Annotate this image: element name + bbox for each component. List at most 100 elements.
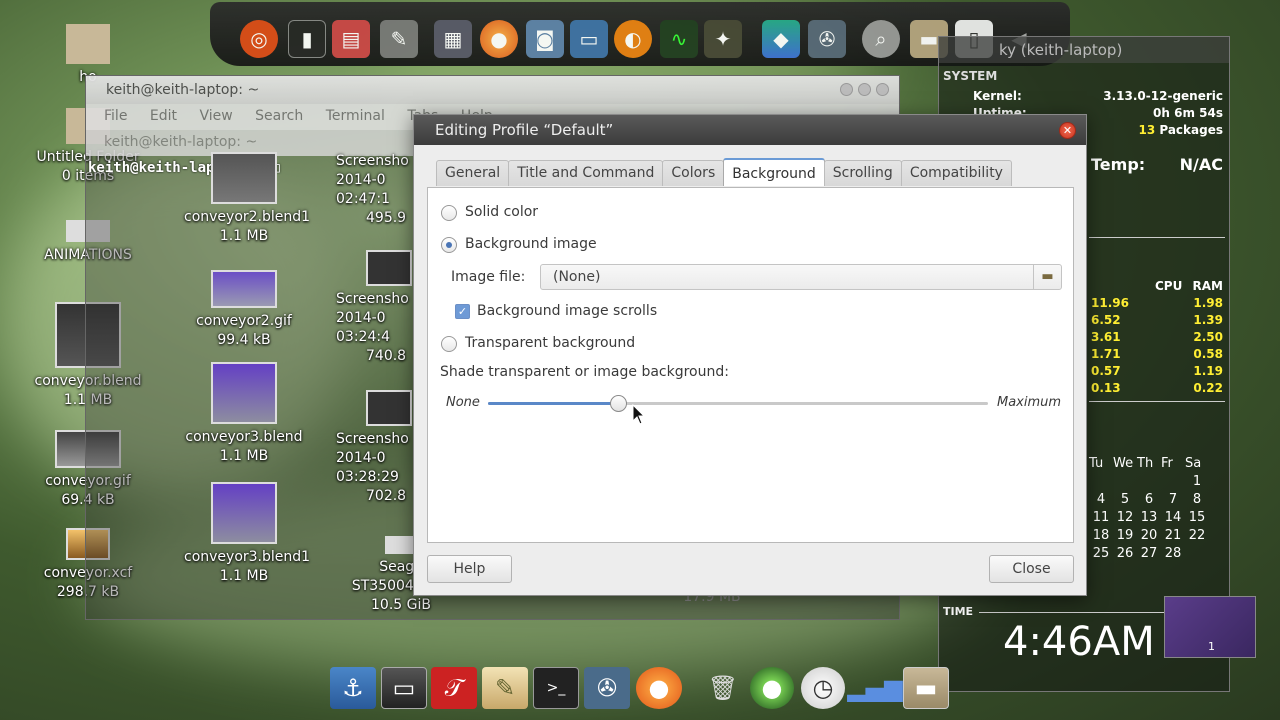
proc-ram: 1.19 [1193,364,1223,378]
desktop-icon-screenshot-3[interactable]: Screensho 2014-0 03:28:29 702.8 [336,390,414,506]
image-file-chooser[interactable]: (None) ▬ [540,264,1062,290]
calendar-date: 12 [1116,510,1134,525]
ubuntu-icon[interactable]: ◎ [240,20,278,58]
calendar-date: 18 [1092,528,1110,543]
minimize-icon[interactable] [840,83,853,96]
menu-terminal[interactable]: Terminal [326,108,385,124]
calendar-date: 4 [1096,492,1106,507]
trash-icon[interactable]: 🗑 [700,667,746,709]
firefox-icon[interactable]: ● [480,20,518,58]
close-icon[interactable]: ✕ [1059,122,1076,139]
desktop-icon-label: conveyor3.blend [185,429,303,445]
calendar-date: 22 [1188,528,1206,543]
desktop-icon-screenshot-2[interactable]: Screensho 2014-0 03:24:4 740.8 [336,250,414,366]
desktop-icon-label: conveyor2.gif [196,313,292,329]
video-editor-icon[interactable]: ✇ [808,20,846,58]
solid-color-radio[interactable] [441,205,457,221]
desktop-icon-conveyor2-gif[interactable]: conveyor2.gif 99.4 kB [184,270,304,350]
desktop-icon-conveyor3-blend[interactable]: conveyor3.blend 1.1 MB [184,362,304,466]
calendar-date [1137,473,1161,491]
signal-bars-icon[interactable]: ▂▄▆ [847,667,902,709]
text-editor-icon[interactable]: ✎ [482,667,528,709]
blend-thumbnail [211,482,277,544]
temp-value: N/AC [1179,155,1223,174]
firefox-icon[interactable]: ● [636,667,682,709]
proc-cpu: 0.57 [1091,364,1121,378]
terminal-icon[interactable]: ▮ [288,20,326,58]
tab-scrolling[interactable]: Scrolling [823,160,902,186]
calendar-date [1113,473,1137,491]
folder-icon: ▬ [1033,265,1061,289]
proc-cpu: 3.61 [1091,330,1121,344]
editing-profile-dialog: Editing Profile “Default” ✕ General Titl… [413,114,1087,596]
calendar-row: 25 26 27 28 [1089,545,1229,563]
menu-edit[interactable]: Edit [150,108,177,124]
transparent-background-label[interactable]: Transparent background [465,335,635,351]
cubes-icon[interactable]: ◆ [762,20,800,58]
clock-icon[interactable]: ◷ [801,667,845,709]
image-file-label: Image file: [451,269,526,285]
workspace-switcher[interactable]: 1 [1164,596,1256,658]
shade-slider[interactable] [488,395,988,412]
proc-cpu: 1.71 [1091,347,1121,361]
font-viewer-icon[interactable]: 𝒯 [431,667,477,709]
image-file-value: (None) [553,269,601,285]
desktop-icon-size: 99.4 kB [217,332,271,348]
background-scrolls-checkbox[interactable]: ✓ [455,304,470,319]
close-icon[interactable] [876,83,889,96]
calendar-date: 27 [1140,546,1158,561]
desktop-icon-screenshot-1[interactable]: Screensho 2014-0 02:47:1 495.9 [336,152,414,228]
desktop-icon-conveyor2-blend1[interactable]: conveyor2.blend1 1.1 MB [184,152,310,246]
proc-cpu: 11.96 [1091,296,1129,310]
background-image-radio[interactable] [441,237,457,253]
calendar-date [1161,473,1185,491]
tab-general[interactable]: General [436,160,510,186]
proc-ram: 0.22 [1193,381,1223,395]
calendar-date: 28 [1164,546,1182,561]
solid-color-label[interactable]: Solid color [465,204,538,220]
workspace-number: 1 [1208,640,1215,653]
tab-background[interactable]: Background [723,158,825,186]
calculator-icon[interactable]: ▦ [434,20,472,58]
monitor-icon[interactable]: ▭ [381,667,427,709]
background-image-label[interactable]: Background image [465,236,597,252]
image-viewer-icon[interactable]: ✦ [704,20,742,58]
cpu-header: CPU [1155,279,1183,293]
menu-file[interactable]: File [104,108,127,124]
divider [1089,401,1225,402]
desktop-icon-conveyor3-blend1[interactable]: conveyor3.blend1 1.1 MB [184,482,310,586]
tab-compatibility[interactable]: Compatibility [900,160,1012,186]
maximize-icon[interactable] [858,83,871,96]
anchor-icon[interactable]: ⚓ [330,667,376,709]
video-editor-icon[interactable]: ✇ [584,667,630,709]
calendar-day: Th [1137,456,1154,471]
calendar-date: 8 [1192,492,1202,507]
calendar-date: 1 [1192,474,1202,489]
screenshot-icon[interactable]: ◙ [526,20,564,58]
transparent-background-radio[interactable] [441,336,457,352]
slider-handle[interactable] [610,395,627,412]
close-button[interactable]: Close [989,555,1074,583]
proc-ram: 0.58 [1193,347,1223,361]
menu-view[interactable]: View [199,108,232,124]
tab-title-and-command[interactable]: Title and Command [508,160,664,186]
green-orb-icon[interactable]: ● [750,667,794,709]
document-viewer-icon[interactable]: ▭ [570,20,608,58]
folder-icon[interactable]: ▬ [903,667,949,709]
software-center-icon[interactable]: ▤ [332,20,370,58]
menu-search[interactable]: Search [255,108,303,124]
kernel-label: Kernel: [973,89,1022,103]
gimp-icon[interactable]: ✎ [380,20,418,58]
terminal-icon[interactable]: >_ [533,667,579,709]
tab-colors[interactable]: Colors [662,160,725,186]
background-scrolls-label[interactable]: Background image scrolls [477,303,657,319]
time-label: TIME [943,605,974,618]
conky-title: ky (keith-laptop) [939,37,1229,63]
blender-icon[interactable]: ◐ [614,20,652,58]
calendar-date [1089,473,1113,491]
background-tab-panel: Solid color Background image Image file:… [427,187,1074,543]
help-button[interactable]: Help [427,555,512,583]
dialog-titlebar: Editing Profile “Default” ✕ [414,115,1086,145]
search-icon[interactable]: ⌕ [862,20,900,58]
system-monitor-icon[interactable]: ∿ [660,20,698,58]
